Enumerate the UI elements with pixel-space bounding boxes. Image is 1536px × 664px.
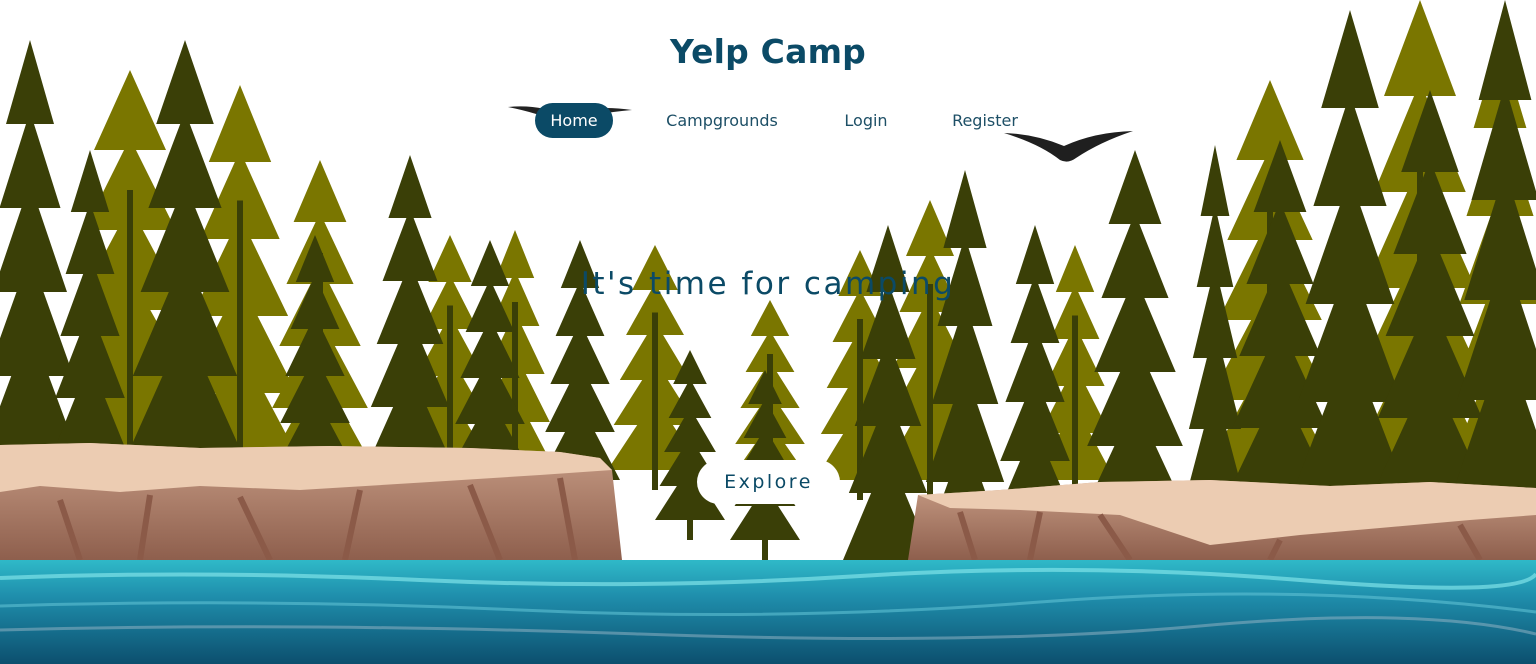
explore-button[interactable]: Explore (697, 460, 840, 504)
main-nav: Home Campgrounds Login Register (0, 103, 1536, 138)
nav-home-link[interactable]: Home (535, 103, 613, 138)
nav-login-link[interactable]: Login (832, 103, 900, 138)
nav-register-link[interactable]: Register (942, 103, 1028, 138)
brand-title[interactable]: Yelp Camp (0, 32, 1536, 71)
nav-campgrounds-link[interactable]: Campgrounds (650, 103, 794, 138)
forest-landscape-background (0, 0, 1536, 664)
river-water-icon (0, 560, 1536, 664)
hero-title: It's time for camping (580, 266, 956, 302)
